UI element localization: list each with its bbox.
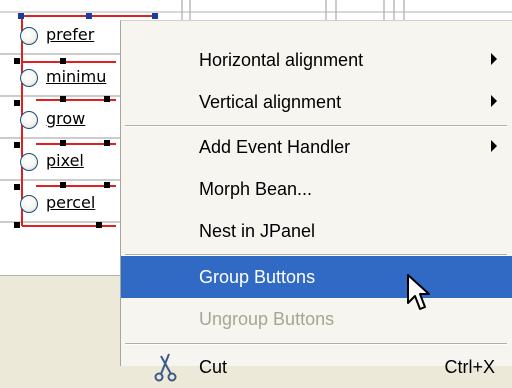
selection-handle[interactable]	[152, 13, 158, 19]
menu-item-label: Nest in JPanel	[199, 221, 316, 241]
radio-button-minimum[interactable]: minimu	[10, 62, 120, 92]
radio-button-grow[interactable]: grow	[10, 104, 120, 134]
menu-item-horizontal-alignment[interactable]: Horizontal alignment	[121, 39, 512, 81]
selection-handle[interactable]	[96, 222, 102, 228]
submenu-arrow-icon	[491, 140, 497, 152]
menu-item-label: Cut	[199, 357, 228, 377]
menu-item-label: Horizontal alignment	[199, 50, 364, 70]
radio-icon	[20, 195, 38, 213]
menu-item-cut[interactable]: Cut Ctrl+X	[121, 346, 512, 388]
menu-item-nest-in-jpanel[interactable]: Nest in JPanel	[121, 210, 512, 252]
menu-item-ungroup-buttons: Ungroup Buttons	[121, 298, 512, 340]
radio-button-pixel[interactable]: pixel	[10, 146, 120, 176]
menu-item-vertical-alignment[interactable]: Vertical alignment	[121, 81, 512, 123]
menu-item-add-event-handler[interactable]: Add Event Handler	[121, 126, 512, 168]
radio-icon	[20, 111, 38, 129]
radio-button-preferred[interactable]: prefer	[10, 20, 120, 50]
selection-handle[interactable]	[60, 96, 66, 102]
menu-item-label: Vertical alignment	[199, 92, 342, 112]
radio-button-percent[interactable]: percel	[10, 188, 120, 218]
submenu-arrow-icon	[491, 53, 497, 65]
radio-label: percel	[46, 193, 96, 212]
radio-label: grow	[46, 109, 86, 128]
selection-handle[interactable]	[14, 222, 20, 228]
menu-item-label: Ungroup Buttons	[199, 309, 335, 329]
radio-icon	[20, 69, 38, 87]
selection-handle[interactable]	[18, 13, 24, 19]
radio-label: minimu	[46, 67, 107, 86]
cut-icon	[154, 353, 177, 382]
menu-item-shortcut: Ctrl+X	[444, 357, 495, 377]
menu-item-label: Group Buttons	[199, 267, 316, 287]
submenu-arrow-icon	[491, 95, 497, 107]
radio-label: pixel	[46, 151, 84, 170]
selection-handle[interactable]	[86, 13, 92, 19]
radio-label: prefer	[46, 25, 95, 44]
radio-icon	[20, 27, 38, 45]
menu-item-morph-bean[interactable]: Morph Bean...	[121, 168, 512, 210]
menu-item-label: Morph Bean...	[199, 179, 313, 199]
menu-item-label: Add Event Handler	[199, 137, 351, 157]
context-menu: Horizontal alignment Vertical alignment …	[120, 20, 512, 382]
mouse-pointer-icon	[407, 274, 430, 310]
menu-item-group-buttons[interactable]: Group Buttons	[121, 256, 512, 298]
selection-handle[interactable]	[104, 96, 110, 102]
menu-separator	[125, 343, 507, 345]
radio-icon	[20, 153, 38, 171]
